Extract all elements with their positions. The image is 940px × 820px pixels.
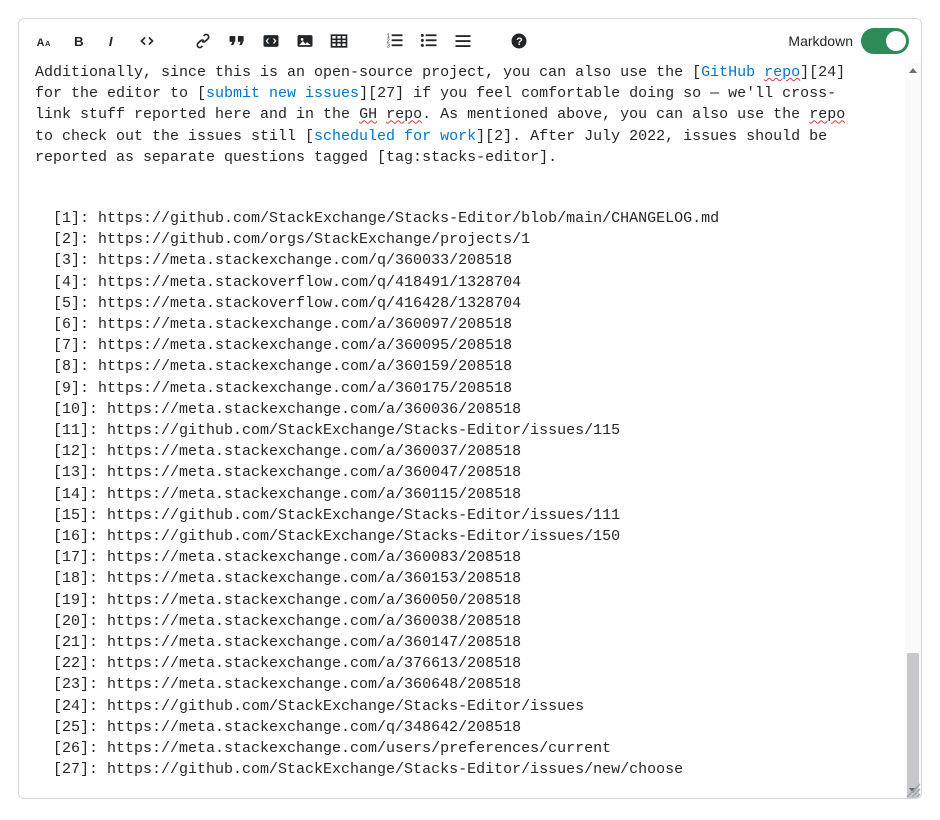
ordered-list-button[interactable]: 123 bbox=[381, 27, 409, 55]
bold-button[interactable]: B bbox=[65, 27, 93, 55]
inline-code-button[interactable] bbox=[257, 27, 285, 55]
link-button[interactable] bbox=[189, 27, 217, 55]
svg-text:A: A bbox=[37, 37, 45, 49]
editor-content[interactable]: Additionally, since this is an open-sour… bbox=[19, 63, 921, 798]
svg-text:B: B bbox=[74, 34, 84, 49]
editor-container: AA B I bbox=[18, 18, 922, 799]
image-button[interactable] bbox=[291, 27, 319, 55]
code-button[interactable] bbox=[133, 27, 161, 55]
italic-button[interactable]: I bbox=[99, 27, 127, 55]
scrollbar[interactable] bbox=[905, 63, 921, 798]
unordered-list-button[interactable] bbox=[415, 27, 443, 55]
editor-toolbar: AA B I bbox=[19, 19, 921, 63]
quote-button[interactable] bbox=[223, 27, 251, 55]
horizontal-rule-button[interactable] bbox=[449, 27, 477, 55]
markdown-toggle[interactable] bbox=[861, 28, 909, 54]
heading-button[interactable]: AA bbox=[31, 27, 59, 55]
mode-label: Markdown bbox=[788, 33, 853, 49]
scrollbar-thumb[interactable] bbox=[907, 653, 919, 798]
svg-text:A: A bbox=[45, 39, 51, 48]
svg-text:?: ? bbox=[516, 36, 523, 48]
body-text: Additionally, since this is an open-sour… bbox=[35, 64, 845, 166]
reference-links: [1]: https://github.com/StackExchange/St… bbox=[35, 208, 905, 780]
svg-text:3: 3 bbox=[387, 44, 390, 50]
svg-text:I: I bbox=[109, 34, 113, 49]
scroll-up-button[interactable] bbox=[905, 63, 921, 79]
table-button[interactable] bbox=[325, 27, 353, 55]
resize-handle[interactable] bbox=[903, 780, 921, 798]
help-button[interactable]: ? bbox=[505, 27, 533, 55]
